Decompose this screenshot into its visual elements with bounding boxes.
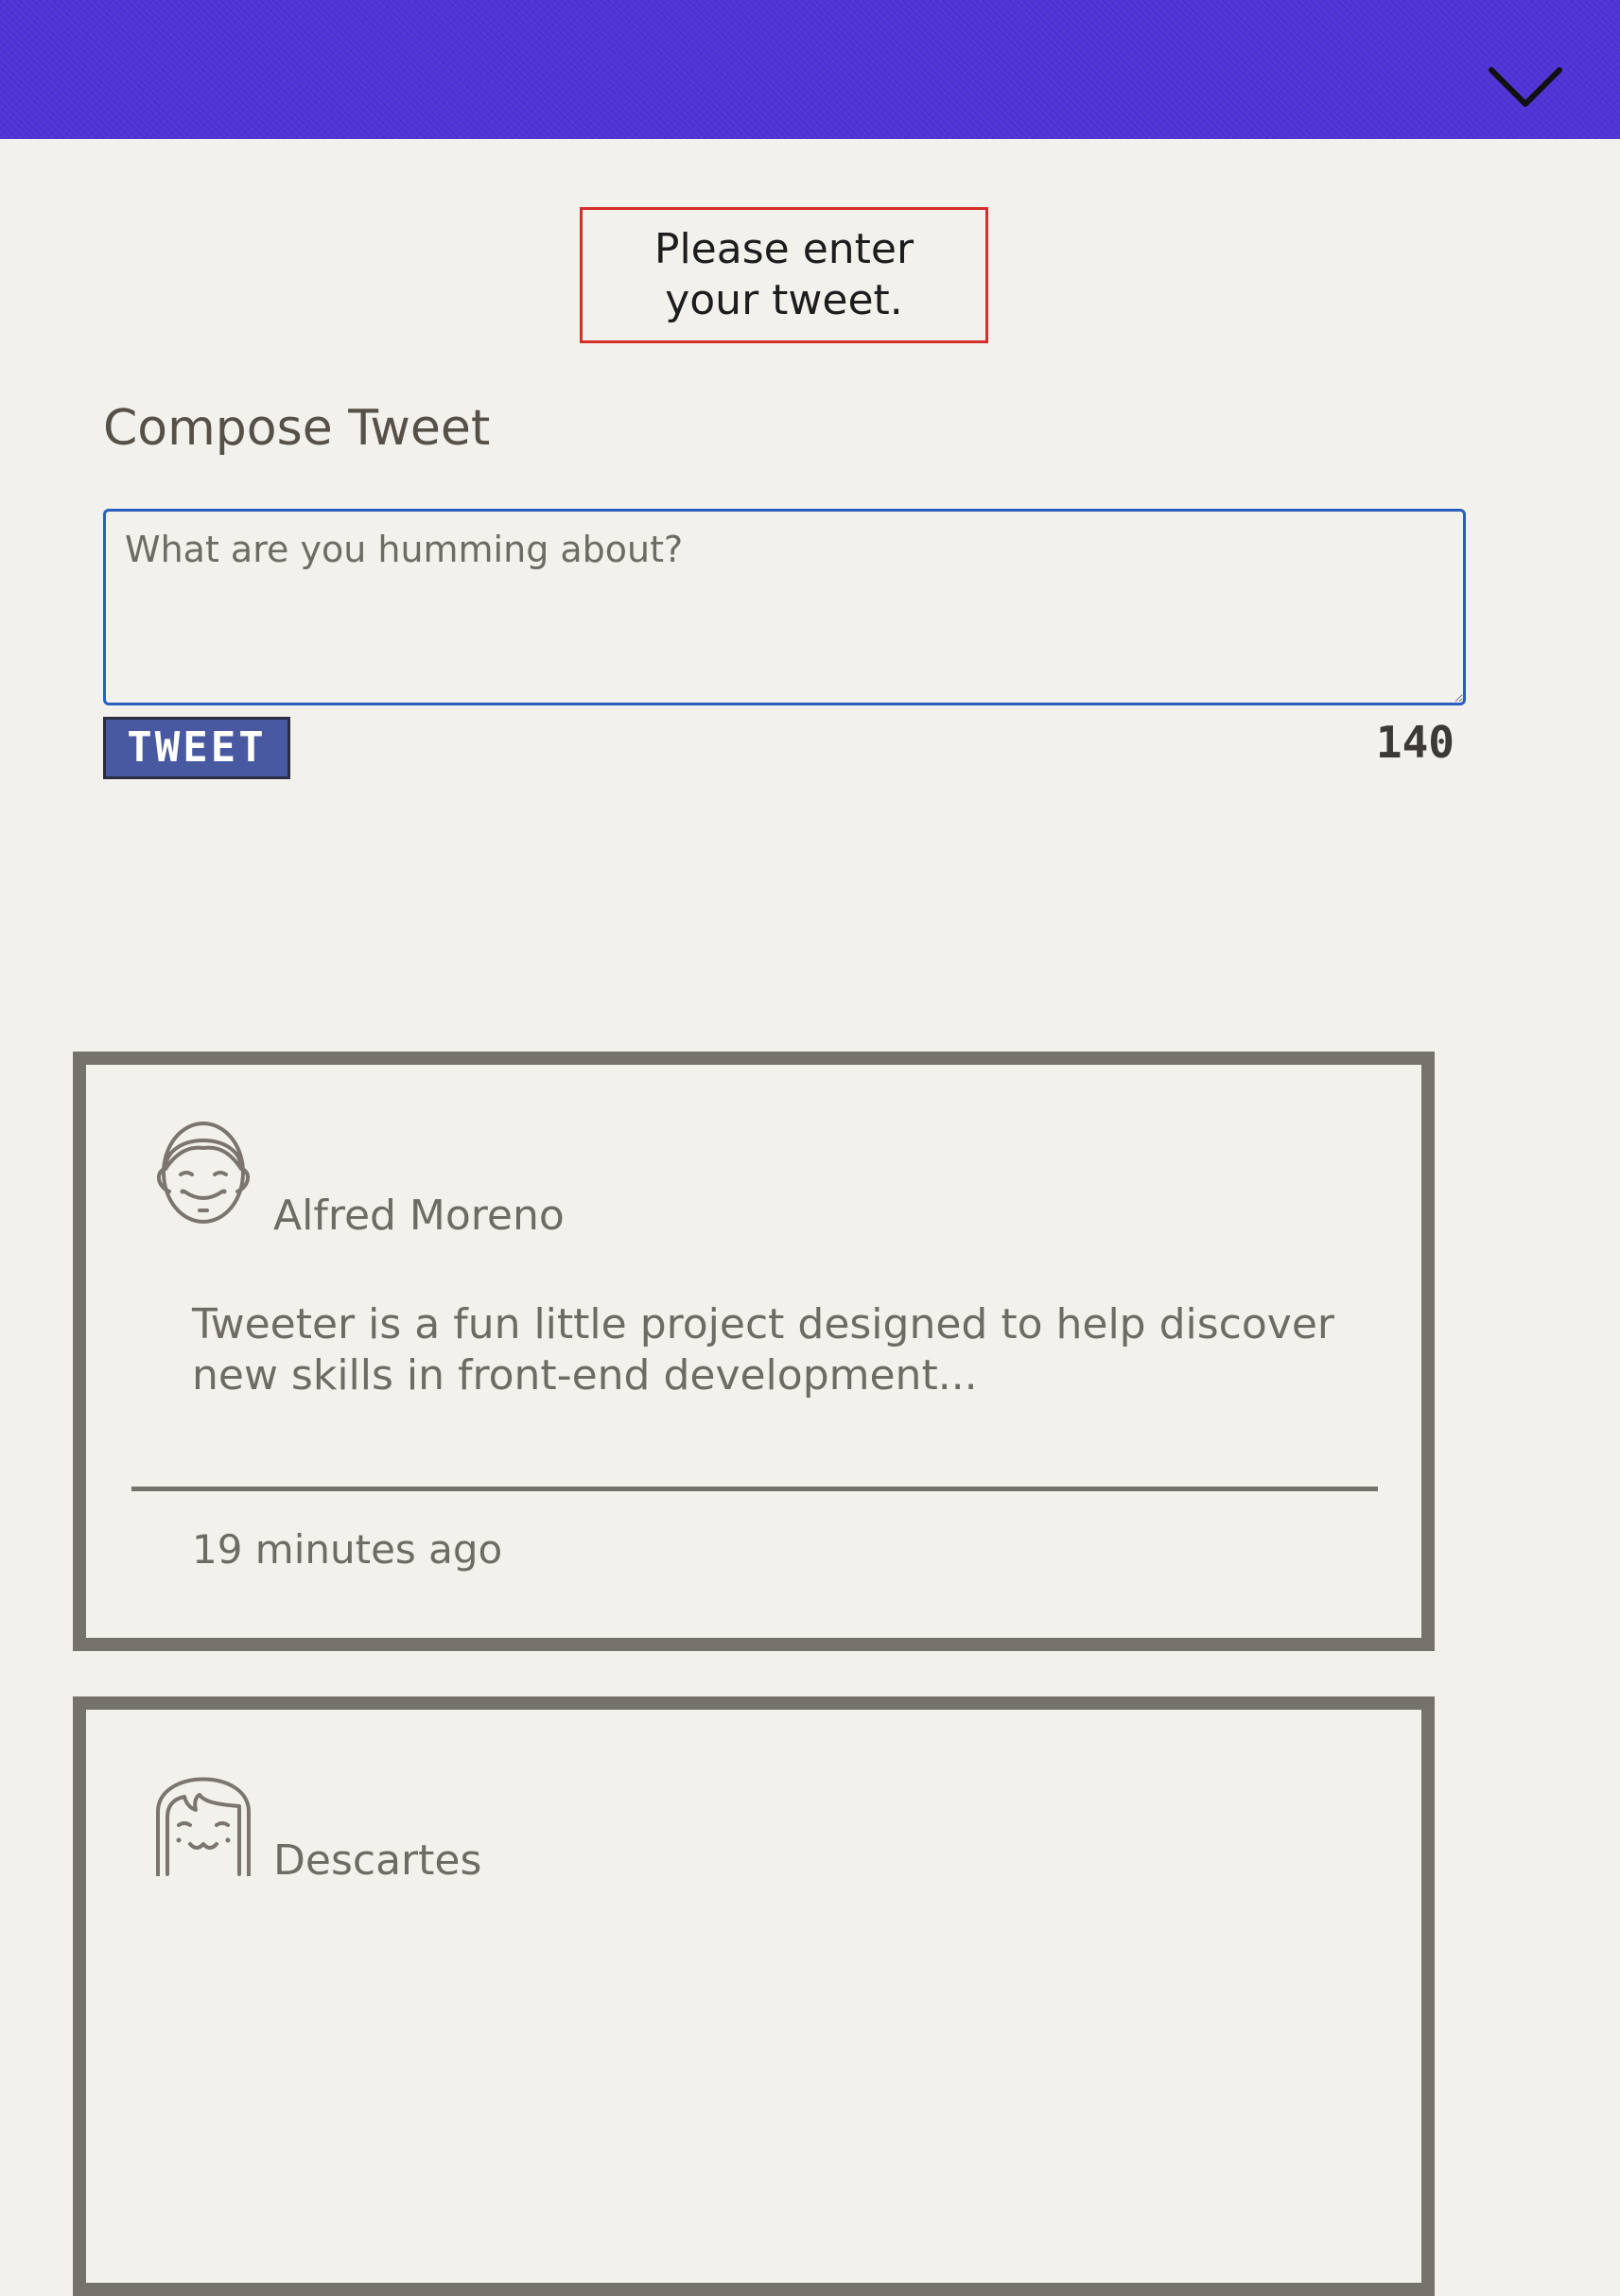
author-name: Alfred Moreno	[273, 1191, 565, 1240]
tweet-timestamp: 19 minutes ago	[192, 1526, 503, 1573]
female-face-avatar-icon	[156, 1777, 251, 1876]
error-text: Please enter your tweet.	[653, 225, 915, 324]
chevron-down-icon	[1489, 67, 1562, 107]
tweet-card: Descartes	[73, 1696, 1435, 2296]
compose-title: Compose Tweet	[103, 400, 491, 457]
character-counter: 140	[1375, 717, 1455, 768]
compose-toggle-button[interactable]	[1480, 57, 1571, 117]
tweet-card: Alfred Moreno Tweeter is a fun little pr…	[73, 1052, 1435, 1651]
avatar	[147, 1110, 260, 1231]
card-divider	[131, 1487, 1378, 1491]
male-face-avatar-icon	[157, 1122, 250, 1224]
error-message: Please enter your tweet.	[580, 207, 988, 343]
top-banner	[0, 0, 1620, 139]
tweet-button[interactable]: TWEET	[103, 717, 290, 779]
tweet-text: Tweeter is a fun little project designed…	[192, 1300, 1334, 1400]
author-name: Descartes	[273, 1836, 482, 1885]
tweet-input[interactable]	[103, 509, 1466, 705]
avatar	[147, 1755, 260, 1876]
